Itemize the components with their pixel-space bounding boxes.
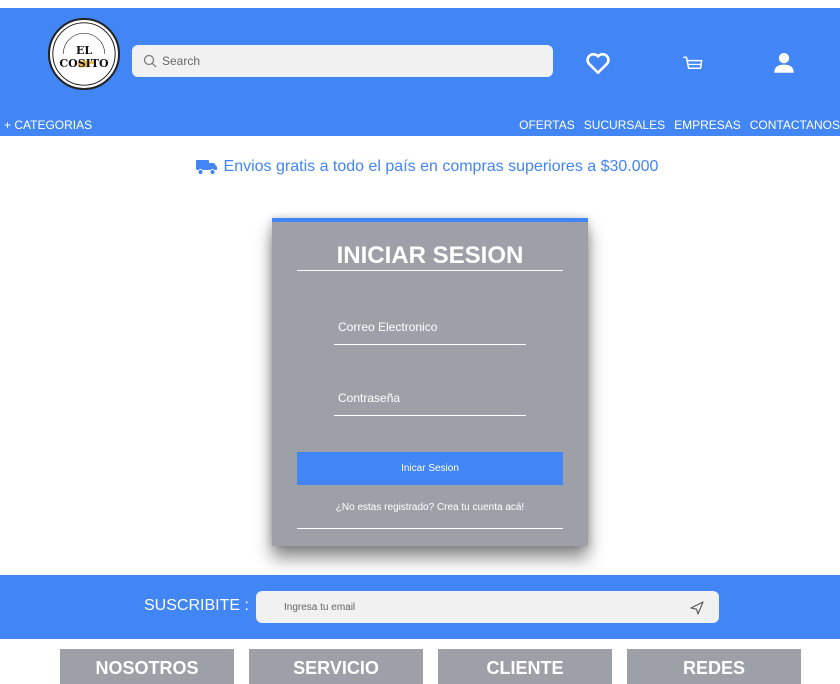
login-card: INICIAR SESION Correo Electronico Contra… <box>272 218 588 546</box>
footer-tab-nosotros[interactable]: NOSOTROS <box>60 649 234 684</box>
cart-icon[interactable] <box>680 52 706 78</box>
login-title: INICIAR SESION <box>336 242 524 269</box>
user-icon[interactable] <box>771 50 797 76</box>
truck-icon <box>195 160 217 175</box>
subscribe-label: SUSCRIBITE : <box>144 597 249 614</box>
main-nav: OFERTAS SUCURSALES EMPRESAS CONTACTANOS <box>519 118 840 132</box>
footer-tab-cliente[interactable]: CLIENTE <box>438 649 612 684</box>
title-divider <box>297 270 563 271</box>
footer-tab-redes[interactable]: REDES <box>627 649 801 684</box>
password-underline <box>334 415 526 416</box>
footer-tab-servicio[interactable]: SERVICIO <box>249 649 423 684</box>
logo[interactable]: EL COSITO <box>48 18 120 90</box>
search-icon <box>143 54 157 68</box>
nav-contactanos[interactable]: CONTACTANOS <box>750 118 840 132</box>
shipping-banner: Envios gratis a todo el país en compras … <box>0 158 840 176</box>
email-field[interactable]: Correo Electronico <box>338 320 437 334</box>
card-bottom-divider <box>297 528 563 529</box>
password-field[interactable]: Contraseña <box>338 391 400 405</box>
categories-menu[interactable]: + CATEGORIAS <box>4 118 92 132</box>
heart-icon[interactable] <box>585 50 611 76</box>
nav-empresas[interactable]: EMPRESAS <box>674 118 741 132</box>
nav-ofertas[interactable]: OFERTAS <box>519 118 575 132</box>
newsletter-email-input[interactable] <box>256 591 719 623</box>
site-header: EL COSITO + CATEGORIAS OFERTAS SUCURSALE… <box>0 8 840 136</box>
login-button[interactable]: Inicar Sesion <box>297 452 563 485</box>
email-underline <box>334 344 526 345</box>
logo-name: EL COSITO <box>59 44 109 70</box>
newsletter-bar: SUSCRIBITE : <box>0 575 840 639</box>
register-link[interactable]: ¿No estas registrado? Crea tu cuenta acá… <box>272 502 588 513</box>
send-icon[interactable] <box>690 601 704 615</box>
search-input[interactable] <box>132 45 553 77</box>
shipping-text: Envios gratis a todo el país en compras … <box>223 158 659 175</box>
top-strip <box>0 0 840 8</box>
nav-sucursales[interactable]: SUCURSALES <box>584 118 665 132</box>
